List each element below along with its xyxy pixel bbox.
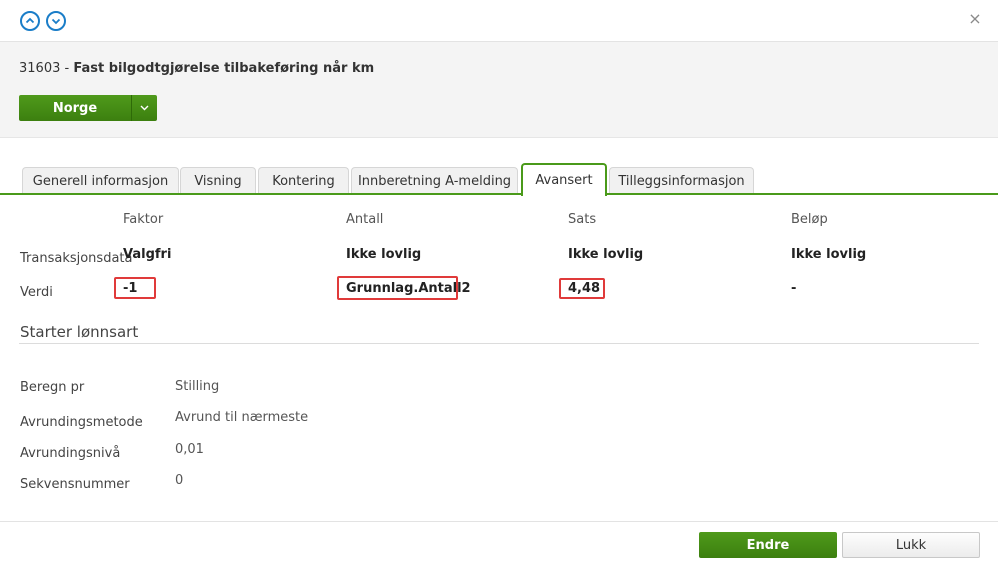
field-value-avrundingsniva: 0,01	[175, 442, 204, 457]
title-separator: -	[60, 61, 74, 76]
endre-button[interactable]: Endre	[699, 532, 837, 558]
tab-avansert[interactable]: Avansert	[521, 163, 607, 196]
chevron-down-icon[interactable]	[46, 11, 66, 31]
tab-innberetning-a-melding[interactable]: Innberetning A-melding	[351, 167, 518, 194]
top-bar: ×	[0, 0, 998, 42]
tab-bar: Generell informasjon Visning Kontering I…	[0, 163, 998, 196]
section-title: Starter lønnsart	[20, 323, 139, 341]
verdi-antall: Grunnlag.Antall2	[346, 281, 471, 296]
column-header-faktor: Faktor	[123, 212, 164, 227]
transaksjonsdata-faktor: Valgfri	[123, 247, 172, 262]
field-label-beregn-pr: Beregn pr	[20, 380, 85, 395]
chevron-up-icon[interactable]	[20, 11, 40, 31]
field-label-sekvensnummer: Sekvensnummer	[20, 477, 130, 492]
transaksjonsdata-belop: Ikke lovlig	[791, 247, 867, 262]
title-name: Fast bilgodtgjørelse tilbakeføring når k…	[73, 61, 375, 76]
country-button[interactable]: Norge	[19, 95, 131, 121]
lukk-button[interactable]: Lukk	[842, 532, 980, 558]
column-header-belop: Beløp	[791, 212, 828, 227]
transaksjonsdata-antall: Ikke lovlig	[346, 247, 422, 262]
tab-generell-informasjon[interactable]: Generell informasjon	[22, 167, 179, 194]
field-label-avrundingsniva: Avrundingsnivå	[20, 446, 121, 461]
tab-tilleggsinformasjon[interactable]: Tilleggsinformasjon	[609, 167, 754, 194]
section-divider	[19, 343, 979, 344]
tab-visning[interactable]: Visning	[180, 167, 256, 194]
row-label-transaksjonsdata: Transaksjonsdata	[20, 251, 133, 266]
column-header-sats: Sats	[568, 212, 597, 227]
verdi-sats: 4,48	[568, 281, 601, 296]
country-dropdown-button[interactable]	[131, 95, 157, 121]
caret-down-icon	[140, 105, 149, 111]
row-label-verdi: Verdi	[20, 285, 53, 300]
page-title: 31603 - Fast bilgodtgjørelse tilbakeføri…	[19, 61, 374, 76]
verdi-belop: -	[791, 281, 797, 296]
footer-divider	[0, 521, 998, 522]
transaksjonsdata-sats: Ikke lovlig	[568, 247, 644, 262]
field-value-sekvensnummer: 0	[175, 473, 184, 488]
tab-kontering[interactable]: Kontering	[258, 167, 349, 194]
field-label-avrundingsmetode: Avrundingsmetode	[20, 415, 143, 430]
country-split-button: Norge	[19, 95, 157, 121]
column-header-antall: Antall	[346, 212, 384, 227]
field-value-avrundingsmetode: Avrund til nærmeste	[175, 410, 309, 425]
tab-underline	[0, 193, 998, 195]
field-value-beregn-pr: Stilling	[175, 379, 220, 394]
close-icon[interactable]: ×	[968, 11, 982, 27]
title-code: 31603	[19, 61, 61, 76]
header: 31603 - Fast bilgodtgjørelse tilbakeføri…	[0, 42, 998, 138]
verdi-faktor: -1	[123, 281, 138, 296]
